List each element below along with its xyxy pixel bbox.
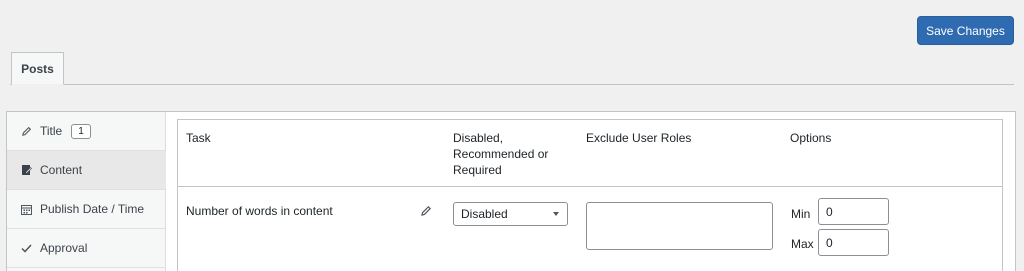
tab-divider bbox=[10, 84, 1014, 85]
sidebar-item-label: Approval bbox=[40, 241, 88, 255]
sidebar-item-content[interactable]: Content bbox=[7, 151, 166, 190]
document-icon bbox=[19, 163, 33, 177]
pencil-icon bbox=[19, 124, 33, 138]
sidebar: Title 1 Content Publish Date / Time Appr… bbox=[7, 112, 166, 271]
sidebar-item-label: Publish Date / Time bbox=[40, 202, 145, 216]
chevron-down-icon bbox=[553, 212, 559, 216]
task-name: Number of words in content bbox=[186, 204, 333, 218]
sidebar-item-approval[interactable]: Approval bbox=[7, 229, 166, 268]
save-changes-button[interactable]: Save Changes bbox=[917, 16, 1014, 45]
count-badge: 1 bbox=[71, 123, 91, 139]
checkmark-icon bbox=[19, 241, 33, 255]
header-divider bbox=[178, 186, 1002, 187]
tab-posts[interactable]: Posts bbox=[11, 52, 64, 85]
tab-label: Posts bbox=[21, 61, 54, 76]
settings-panel: Title 1 Content Publish Date / Time Appr… bbox=[6, 111, 1016, 271]
sidebar-item-publish-date[interactable]: Publish Date / Time bbox=[7, 190, 166, 229]
requirement-select-value: Disabled bbox=[461, 207, 508, 221]
column-header-exclude-roles: Exclude User Roles bbox=[586, 131, 692, 145]
sidebar-item-label: Content bbox=[40, 163, 83, 177]
column-header-requirement: Disabled, Recommended or Required bbox=[453, 131, 549, 177]
column-header-options: Options bbox=[790, 131, 832, 145]
sidebar-item-label: Title bbox=[40, 124, 63, 138]
min-label: Min bbox=[791, 207, 811, 221]
max-label: Max bbox=[791, 237, 814, 251]
sidebar-item-title[interactable]: Title 1 bbox=[7, 112, 166, 151]
column-header-task: Task bbox=[186, 131, 211, 145]
tasks-table: Task Disabled, Recommended or Required E… bbox=[177, 119, 1003, 271]
calendar-icon bbox=[19, 202, 33, 216]
min-input[interactable]: 0 bbox=[818, 198, 889, 225]
exclude-roles-field[interactable] bbox=[586, 202, 773, 250]
edit-pencil-icon[interactable] bbox=[420, 204, 432, 216]
max-input[interactable]: 0 bbox=[818, 229, 889, 256]
requirement-select[interactable]: Disabled bbox=[453, 202, 568, 226]
